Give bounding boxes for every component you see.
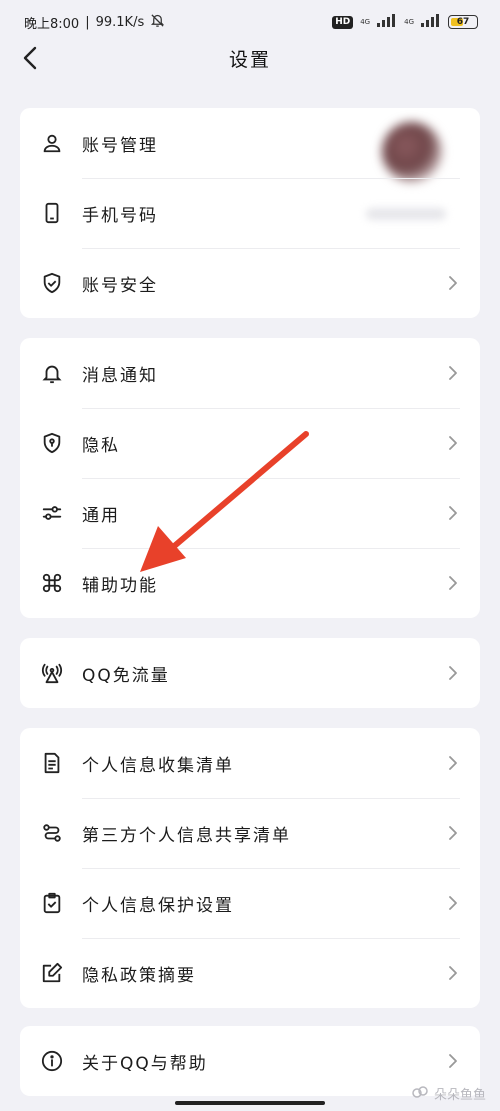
data-card: QQ免流量: [20, 638, 480, 708]
hd-badge: HD: [332, 15, 354, 29]
chevron-right-icon: [446, 966, 460, 980]
row-personal-info-protection[interactable]: 个人信息保护设置: [20, 868, 480, 938]
chevron-right-icon: [446, 1054, 460, 1068]
watermark-text: 朵朵鱼鱼: [433, 1088, 486, 1103]
row-notifications[interactable]: 消息通知: [20, 338, 480, 408]
row-label: 辅助功能: [82, 575, 158, 596]
chevron-right-icon: [446, 436, 460, 450]
shield-check-icon: [41, 272, 63, 294]
sliders-icon: [41, 502, 63, 524]
page-title: 设置: [228, 48, 271, 71]
row-qq-free-data[interactable]: QQ免流量: [20, 638, 480, 708]
chevron-left-icon: [23, 46, 37, 70]
row-label: QQ免流量: [82, 665, 170, 686]
battery-level: 67: [456, 17, 470, 27]
chevron-right-icon: [446, 756, 460, 770]
signal-tower-icon: [41, 662, 63, 684]
watermark-logo-icon: [412, 1085, 428, 1103]
row-account-management[interactable]: 账号管理: [20, 108, 480, 178]
row-label: 隐私: [82, 435, 120, 456]
bell-icon: [41, 362, 63, 384]
row-privacy-policy-summary[interactable]: 隐私政策摘要: [20, 938, 480, 1008]
privacy-docs-card: 个人信息收集清单 第三方个人信息共享清单 个人信息保护设置 隐私政策摘要: [20, 728, 480, 1008]
privacy-shield-icon: [41, 432, 63, 454]
row-label: 隐私政策摘要: [82, 965, 196, 986]
row-accessibility[interactable]: 辅助功能: [20, 548, 480, 618]
row-privacy[interactable]: 隐私: [20, 408, 480, 478]
row-label: 账号安全: [82, 275, 158, 296]
row-label: 关于QQ与帮助: [82, 1053, 208, 1074]
status-time: 晚上8:00: [24, 16, 80, 32]
row-label: 个人信息收集清单: [82, 755, 234, 776]
row-label: 通用: [82, 505, 120, 526]
checked-clipboard-icon: [41, 892, 63, 914]
chevron-right-icon: [446, 366, 460, 380]
network-type-2: 4G: [404, 18, 414, 26]
row-label: 账号管理: [82, 135, 158, 156]
command-icon: [41, 572, 63, 594]
chevron-right-icon: [446, 826, 460, 840]
signal-icon: [377, 13, 397, 31]
general-card: 消息通知 隐私 通用 辅助功能: [20, 338, 480, 618]
share-flow-icon: [41, 822, 63, 844]
watermark: 朵朵鱼鱼: [412, 1084, 486, 1103]
info-icon: [41, 1050, 63, 1072]
phone-icon: [41, 202, 63, 224]
row-label: 个人信息保护设置: [82, 895, 234, 916]
edit-icon: [41, 962, 63, 984]
chevron-right-icon: [446, 506, 460, 520]
battery-icon: 67: [448, 15, 478, 29]
row-label: 手机号码: [82, 205, 158, 226]
chevron-right-icon: [446, 896, 460, 910]
person-icon: [41, 132, 63, 154]
row-personal-info-collection[interactable]: 个人信息收集清单: [20, 728, 480, 798]
row-general[interactable]: 通用: [20, 478, 480, 548]
account-card: 账号管理 手机号码 账号安全: [20, 108, 480, 318]
nav-bar: 设置: [0, 36, 500, 80]
status-right: HD 4G 4G 67: [332, 13, 478, 31]
signal-icon: [421, 13, 441, 31]
row-account-security[interactable]: 账号安全: [20, 248, 480, 318]
row-phone-number[interactable]: 手机号码: [20, 178, 480, 248]
document-list-icon: [41, 752, 63, 774]
status-left: 晚上8:00 | 99.1K/s: [24, 13, 165, 32]
home-indicator[interactable]: [175, 1101, 325, 1105]
chevron-right-icon: [446, 666, 460, 680]
mute-bell-icon: [150, 13, 165, 32]
chevron-right-icon: [446, 276, 460, 290]
status-divider: |: [85, 14, 90, 30]
row-third-party-sharing[interactable]: 第三方个人信息共享清单: [20, 798, 480, 868]
back-button[interactable]: [14, 42, 46, 74]
network-type-1: 4G: [360, 18, 371, 26]
row-label: 第三方个人信息共享清单: [82, 825, 291, 846]
network-speed: 99.1K/s: [95, 14, 145, 30]
row-label: 消息通知: [82, 365, 158, 386]
chevron-right-icon: [446, 576, 460, 590]
